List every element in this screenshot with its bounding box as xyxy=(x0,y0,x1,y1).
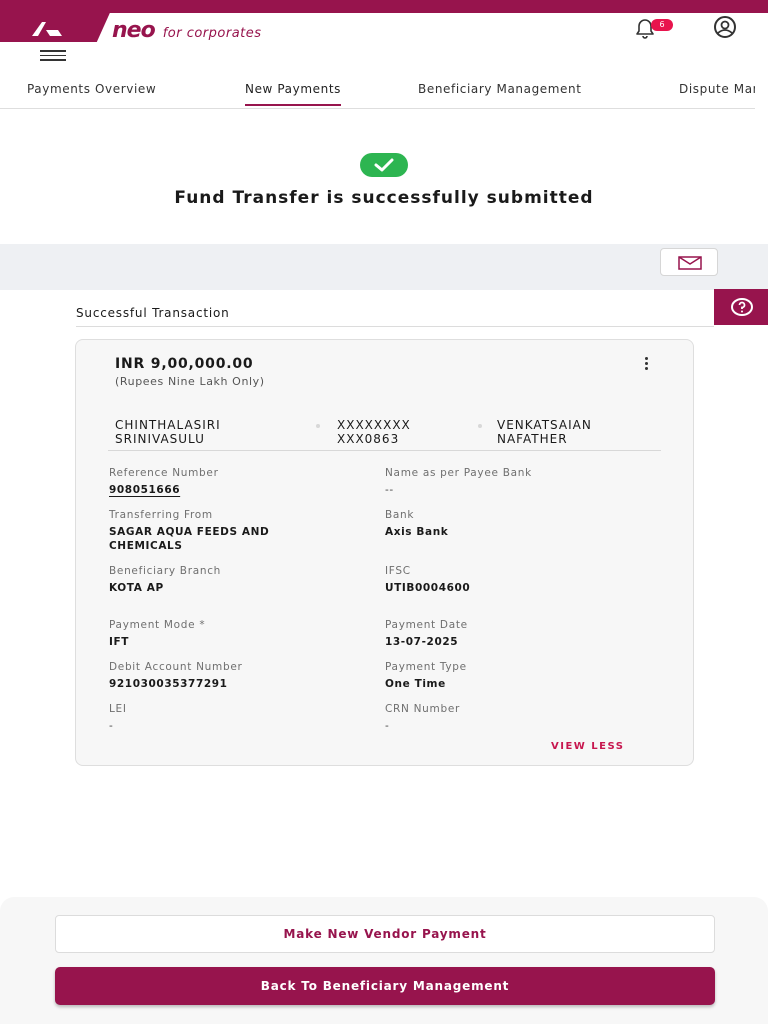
lei-label: LEI xyxy=(109,703,127,715)
transaction-amount: INR 9,00,000.00 xyxy=(115,356,254,372)
payment-type-value: One Time xyxy=(385,678,446,690)
debit-account-number-value: 921030035377291 xyxy=(109,678,228,690)
more-options-icon[interactable] xyxy=(642,357,650,373)
tab-new-payments[interactable]: New Payments xyxy=(245,82,341,106)
success-check-icon xyxy=(360,153,408,177)
payment-date-value: 13-07-2025 xyxy=(385,636,459,648)
tab-beneficiary-management[interactable]: Beneficiary Management xyxy=(418,82,582,96)
payment-type-label: Payment Type xyxy=(385,661,467,673)
separator-dot xyxy=(316,424,320,428)
brand-name: neo xyxy=(112,18,156,43)
bank-logo-icon xyxy=(32,22,62,36)
payment-mode-label: Payment Mode * xyxy=(109,619,206,631)
payment-mode-value: IFT xyxy=(109,636,130,648)
tab-bar: Payments Overview New Payments Beneficia… xyxy=(0,78,755,109)
lei-value: - xyxy=(109,720,114,732)
tab-payments-overview[interactable]: Payments Overview xyxy=(27,82,156,96)
brand-tagline: for corporates xyxy=(162,26,262,41)
ifsc-value: UTIB0004600 xyxy=(385,582,471,594)
hamburger-menu-icon[interactable] xyxy=(40,50,68,64)
name-as-per-payee-bank-label: Name as per Payee Bank xyxy=(385,467,532,479)
back-to-beneficiary-management-button[interactable]: Back To Beneficiary Management xyxy=(55,967,715,1005)
success-title: Fund Transfer is successfully submitted xyxy=(174,188,594,208)
make-new-vendor-payment-button[interactable]: Make New Vendor Payment xyxy=(55,915,715,953)
payee-name: VENKATSAIAN NAFATHER xyxy=(497,418,592,446)
view-less-link[interactable]: VIEW LESS xyxy=(551,741,624,752)
bank-value: Axis Bank xyxy=(385,526,449,538)
transaction-amount-words: (Rupees Nine Lakh Only) xyxy=(115,375,265,388)
section-title: Successful Transaction xyxy=(76,306,230,320)
name-as-per-payee-bank-value: -- xyxy=(385,484,394,496)
tab-dispute-management[interactable]: Dispute Management xyxy=(679,82,755,96)
beneficiary-branch-value: KOTA AP xyxy=(109,582,164,594)
brand-logo[interactable]: neo for corporates xyxy=(112,18,262,43)
separator-dot xyxy=(478,424,482,428)
debit-account-number-label: Debit Account Number xyxy=(109,661,243,673)
crn-number-label: CRN Number xyxy=(385,703,460,715)
email-button[interactable] xyxy=(660,248,718,276)
payment-date-label: Payment Date xyxy=(385,619,468,631)
bank-label: Bank xyxy=(385,509,415,521)
payer-name: CHINTHALASIRI SRINIVASULU xyxy=(115,418,221,446)
help-button[interactable] xyxy=(714,289,768,325)
transferring-from-value: SAGAR AQUA FEEDS AND CHEMICALS xyxy=(109,526,270,552)
top-brand-bar xyxy=(0,0,768,13)
reference-number-label: Reference Number xyxy=(109,467,219,479)
notification-badge: 6 xyxy=(651,19,673,31)
transferring-from-label: Transferring From xyxy=(109,509,213,521)
user-profile-icon[interactable] xyxy=(706,15,744,39)
party-divider xyxy=(108,450,661,451)
help-question-icon xyxy=(731,298,753,316)
section-divider xyxy=(76,326,714,327)
beneficiary-branch-label: Beneficiary Branch xyxy=(109,565,222,577)
actions-band xyxy=(0,244,768,290)
reference-number-value[interactable]: 908051666 xyxy=(109,483,180,497)
crn-number-value: - xyxy=(385,720,390,732)
mail-icon xyxy=(678,256,702,270)
bank-logo-tab[interactable] xyxy=(0,0,110,42)
masked-account-number: XXXXXXXX XXX0863 xyxy=(337,418,411,446)
ifsc-label: IFSC xyxy=(385,565,411,577)
